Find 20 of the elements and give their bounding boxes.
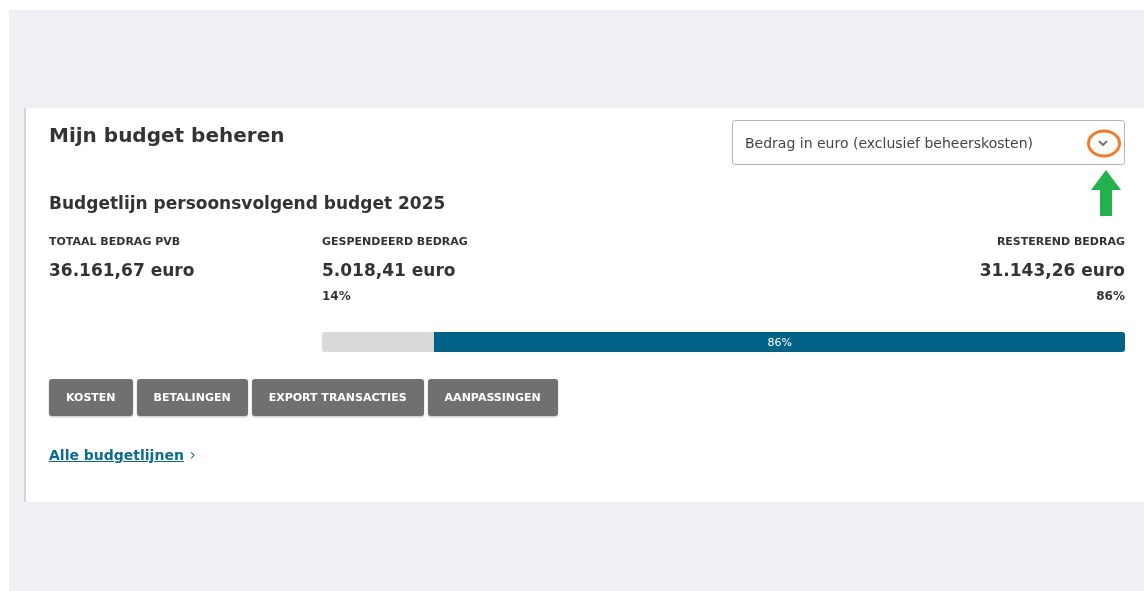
stat-label: RESTEREND BEDRAG [996, 235, 1125, 248]
action-button[interactable]: EXPORT TRANSACTIES [251, 379, 424, 416]
stat-amount: 31.143,26 euro [979, 260, 1125, 280]
action-button[interactable]: KOSTEN [49, 379, 133, 416]
chevron-down-icon [1096, 137, 1110, 148]
stat-label: GESPENDEERD BEDRAG [322, 235, 468, 248]
stat-label: TOTAAL BEDRAG PVB [49, 235, 181, 248]
amount-dropdown[interactable]: Bedrag in euro (exclusief beheerskosten) [732, 120, 1125, 165]
stat-amount: 5.018,41 euro [322, 260, 456, 280]
chevron-right-icon: › [189, 446, 196, 464]
action-button[interactable]: AANPASSINGEN [427, 379, 558, 416]
stat-percent: 86% [1096, 289, 1125, 303]
dropdown-value: Bedrag in euro (exclusief beheerskosten) [745, 134, 1033, 151]
page-title: Mijn budget beheren [49, 123, 285, 147]
section-title: Budgetlijn persoonsvolgend budget 2025 [49, 193, 447, 213]
stat-amount: 36.161,67 euro [49, 260, 195, 280]
action-button[interactable]: BETALINGEN [136, 379, 248, 416]
budget-lines-link[interactable]: Alle budgetlijnen [49, 447, 184, 463]
stat-percent: 14% [322, 289, 351, 303]
progress-label: 86% [767, 335, 792, 349]
